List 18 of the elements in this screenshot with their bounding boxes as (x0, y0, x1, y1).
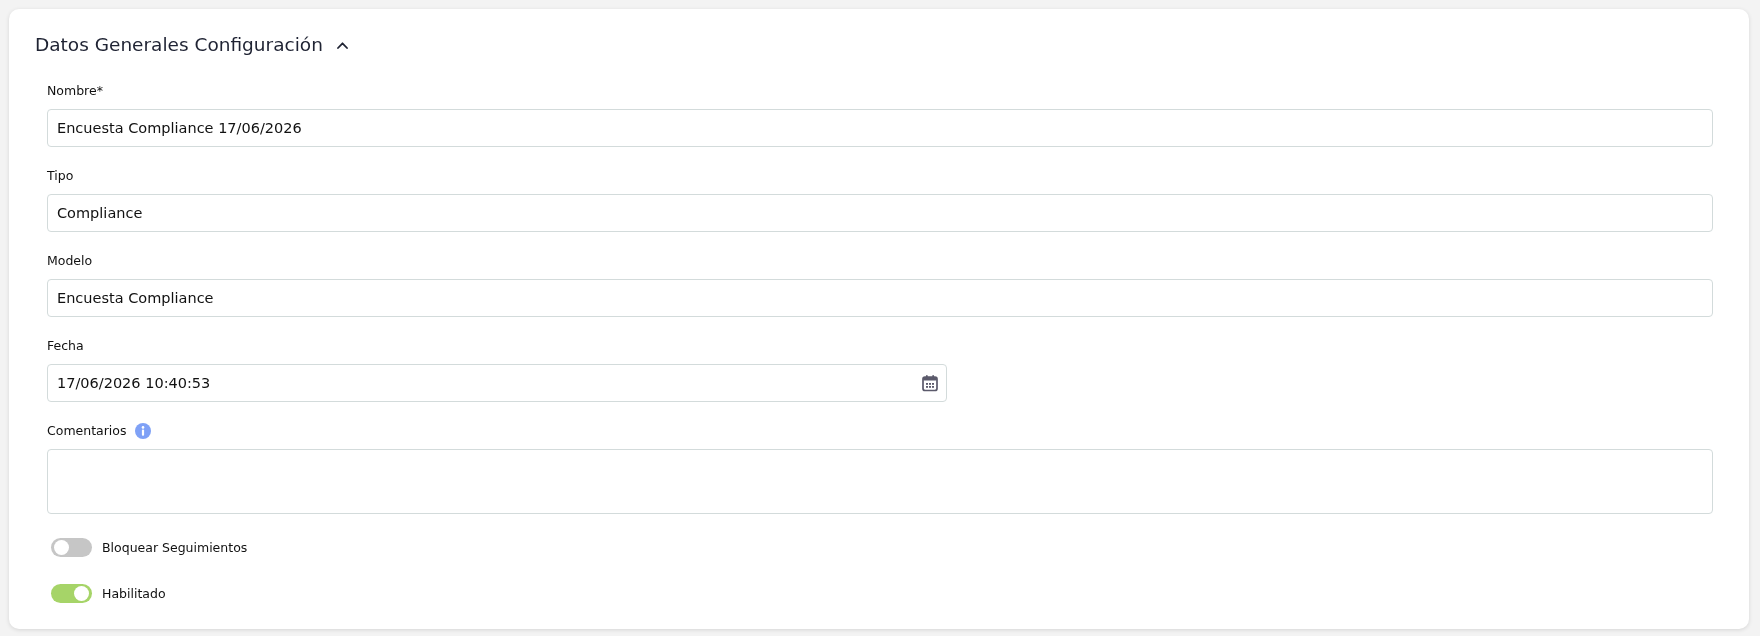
date-input[interactable]: 17/06/2026 10:40:53 (47, 364, 947, 402)
text-input[interactable]: Encuesta Compliance (47, 279, 1713, 317)
text-input[interactable]: Encuesta Compliance 17/06/2026 (47, 109, 1713, 147)
toggle-label: Bloquear Seguimientos (102, 540, 248, 555)
field-label: Tipo (47, 167, 74, 185)
calendar-icon[interactable] (920, 374, 939, 392)
toggle-switch[interactable] (51, 584, 92, 603)
info-icon[interactable] (134, 423, 151, 439)
text-input[interactable]: Compliance (47, 194, 1713, 232)
toggle-label: Habilitado (102, 586, 166, 601)
field-label: Fecha (47, 337, 84, 355)
section-title: Datos Generales Configuración (35, 33, 323, 57)
comments-textarea[interactable] (47, 449, 1713, 514)
field-label: Comentarios (47, 422, 127, 440)
field-label: Modelo (47, 252, 93, 270)
chevron-icon[interactable] (336, 41, 348, 49)
toggle-switch[interactable] (51, 538, 92, 557)
field-label: Nombre* (47, 82, 103, 100)
